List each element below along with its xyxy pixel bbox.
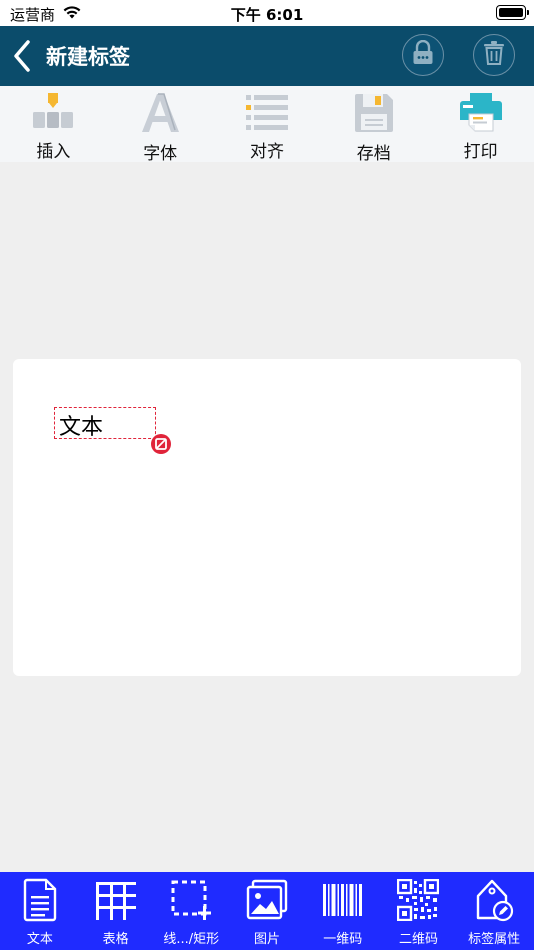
font-button[interactable]: 字体 — [107, 86, 214, 164]
nav-bar: 新建标签 — [0, 26, 534, 86]
save-floppy-icon — [351, 92, 397, 134]
battery-icon — [496, 5, 529, 20]
qrcode-icon — [396, 878, 440, 922]
add-table-label: 表格 — [102, 932, 129, 947]
text-element[interactable]: 文本 — [54, 407, 171, 454]
add-qrcode-button[interactable]: 二维码 — [381, 872, 457, 950]
insert-button[interactable]: 插入 — [0, 86, 107, 162]
lock-button[interactable] — [402, 34, 444, 76]
add-text-label: 文本 — [26, 932, 53, 947]
insert-label: 插入 — [36, 142, 71, 162]
lock-icon — [411, 39, 435, 70]
print-button[interactable]: 打印 — [427, 86, 534, 162]
add-table-button[interactable]: 表格 — [78, 872, 154, 950]
add-qrcode-label: 二维码 — [398, 932, 438, 947]
save-label: 存档 — [356, 144, 391, 164]
print-label: 打印 — [463, 142, 498, 162]
printer-icon — [458, 92, 504, 132]
label-properties-button[interactable]: 标签属性 — [456, 872, 532, 950]
text-element-content: 文本 — [59, 415, 104, 440]
align-button[interactable]: 对齐 — [214, 86, 321, 162]
save-button[interactable]: 存档 — [320, 86, 427, 164]
dashed-rect-add-icon — [169, 878, 213, 922]
add-image-button[interactable]: 图片 — [229, 872, 305, 950]
align-list-icon — [244, 92, 290, 132]
font-icon — [137, 92, 183, 134]
status-bar: 运营商 下午 6:01 — [0, 0, 534, 26]
delete-element-icon[interactable] — [151, 434, 171, 454]
font-label: 字体 — [143, 144, 178, 164]
add-barcode-button[interactable]: 一维码 — [305, 872, 381, 950]
add-line-rect-button[interactable]: 线.../矩形 — [153, 872, 229, 950]
top-toolbar: 插入 字体 对齐 存档 打印 — [0, 86, 534, 164]
back-chevron-icon[interactable] — [10, 38, 36, 74]
bottom-toolbar: 文本 表格 线.../矩形 图片 一维码 二维码 标签属性 — [0, 872, 534, 950]
trash-icon — [482, 40, 506, 70]
page-title: 新建标签 — [46, 45, 130, 69]
add-barcode-label: 一维码 — [323, 932, 363, 947]
barcode-icon — [321, 878, 365, 922]
align-label: 对齐 — [249, 142, 284, 162]
label-canvas[interactable]: 文本 — [13, 359, 521, 676]
add-text-button[interactable]: 文本 — [2, 872, 78, 950]
status-time: 下午 6:01 — [230, 6, 304, 24]
insert-blocks-icon — [30, 92, 76, 132]
tag-edit-icon — [472, 878, 516, 922]
label-properties-label: 标签属性 — [468, 932, 521, 947]
table-grid-icon — [94, 878, 138, 922]
document-text-icon — [18, 878, 62, 922]
add-image-label: 图片 — [254, 932, 281, 947]
image-icon — [245, 878, 289, 922]
add-line-rect-label: 线.../矩形 — [163, 932, 220, 947]
delete-button[interactable] — [473, 34, 515, 76]
